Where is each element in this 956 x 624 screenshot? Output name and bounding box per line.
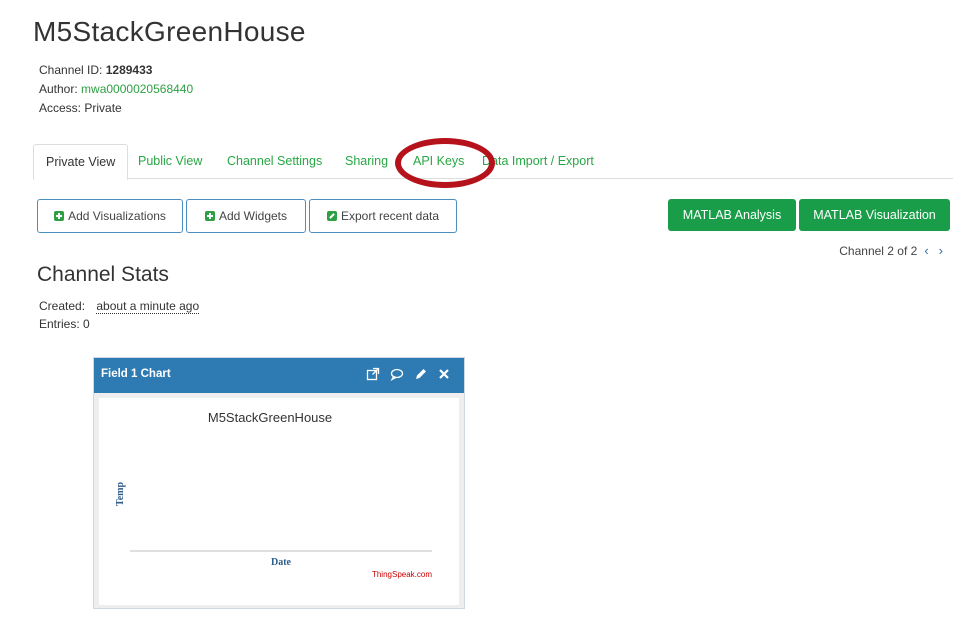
tab-channel-settings[interactable]: Channel Settings — [227, 144, 322, 179]
channel-tabs: Private View Public View Channel Setting… — [33, 144, 953, 180]
add-visualizations-button[interactable]: Add Visualizations — [37, 199, 183, 233]
chart-svg: M5StackGreenHouse Temp Date ThingSpeak.c… — [115, 410, 432, 579]
author-label: Author: — [39, 82, 78, 96]
export-recent-data-label: Export recent data — [340, 209, 440, 223]
entries-value: 0 — [83, 317, 90, 331]
stat-entries: Entries: 0 — [39, 317, 90, 331]
matlab-visualization-button[interactable]: MATLAB Visualization — [799, 199, 950, 231]
tab-sharing[interactable]: Sharing — [345, 144, 388, 179]
pager-text: Channel 2 of 2 — [839, 243, 918, 258]
channel-title: M5StackGreenHouse — [33, 16, 306, 47]
channel-stats-title: Channel Stats — [37, 263, 169, 286]
tab-api-keys[interactable]: API Keys — [413, 144, 464, 179]
plus-icon — [54, 211, 65, 221]
y-axis-label: Temp — [115, 482, 126, 507]
comment-icon[interactable] — [390, 367, 404, 381]
tab-data-import-export[interactable]: Data Import / Export — [482, 144, 594, 179]
chart-credit[interactable]: ThingSpeak.com — [372, 570, 432, 579]
entries-label: Entries: — [39, 317, 80, 331]
stat-created: Created: about a minute ago — [39, 299, 200, 314]
channel-id-value: 1289433 — [105, 63, 153, 77]
access-value: Private — [84, 101, 122, 115]
add-visualizations-label: Add Visualizations — [68, 209, 166, 223]
channel-id-label: Channel ID: — [39, 63, 103, 77]
add-widgets-label: Add Widgets — [218, 209, 288, 223]
created-value: about a minute ago — [96, 299, 200, 314]
close-icon[interactable] — [437, 367, 451, 381]
tab-public-view[interactable]: Public View — [138, 144, 202, 179]
created-label: Created: — [39, 299, 86, 313]
export-icon — [326, 211, 337, 221]
pencil-icon[interactable] — [414, 367, 428, 381]
channel-author: Author: mwa0000020568440 — [39, 82, 193, 96]
add-widgets-button[interactable]: Add Widgets — [186, 199, 306, 233]
chevron-right-icon[interactable]: › — [936, 243, 946, 258]
channel-access: Access: Private — [39, 101, 122, 115]
channel-id: Channel ID: 1289433 — [39, 63, 152, 77]
chart-area: M5StackGreenHouse Temp Date ThingSpeak.c… — [99, 398, 459, 605]
access-label: Access: — [39, 101, 82, 115]
matlab-analysis-button[interactable]: MATLAB Analysis — [668, 199, 796, 231]
chart-title: M5StackGreenHouse — [208, 410, 332, 425]
channel-pager: Channel 2 of 2 ‹ › — [839, 243, 946, 258]
tab-private-view[interactable]: Private View — [33, 144, 129, 180]
export-recent-data-button[interactable]: Export recent data — [309, 199, 457, 233]
x-axis-label: Date — [271, 557, 292, 568]
author-link[interactable]: mwa0000020568440 — [81, 82, 193, 96]
plus-icon — [204, 211, 215, 221]
chevron-left-icon[interactable]: ‹ — [921, 243, 931, 258]
external-link-icon[interactable] — [366, 367, 380, 381]
field-chart-widget: Field 1 Chart M5StackGreenHouse Temp Dat… — [93, 357, 465, 609]
widget-title: Field 1 Chart — [101, 368, 171, 380]
widget-header: Field 1 Chart — [94, 358, 464, 393]
